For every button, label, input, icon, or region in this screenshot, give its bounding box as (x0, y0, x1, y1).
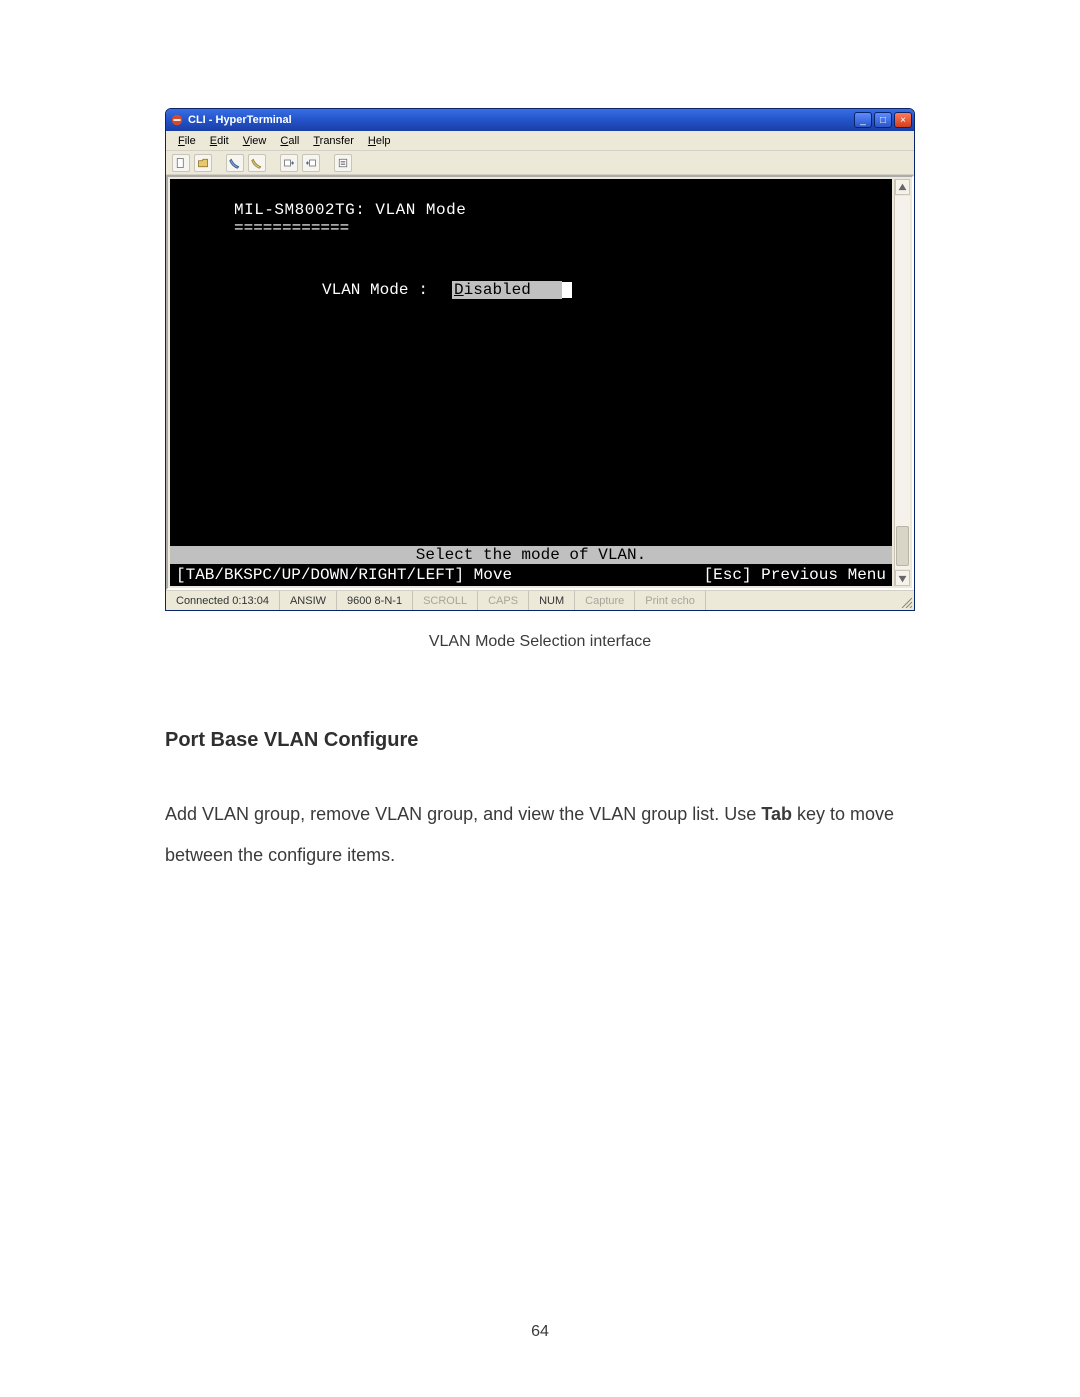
menu-call[interactable]: Call (274, 133, 305, 149)
window-titlebar[interactable]: CLI - HyperTerminal _ □ × (166, 109, 914, 131)
nav-hint-left: [TAB/BKSPC/UP/DOWN/RIGHT/LEFT] Move (176, 566, 512, 584)
status-connected: Connected 0:13:04 (166, 591, 280, 610)
title-underline: ============ (194, 219, 868, 237)
vertical-scrollbar[interactable] (894, 179, 910, 586)
section-heading: Port Base VLAN Configure (165, 729, 915, 752)
toolbar-separator (216, 154, 222, 172)
page-number: 64 (0, 1323, 1080, 1341)
status-caps: CAPS (478, 591, 529, 610)
resize-grip-icon[interactable] (898, 591, 914, 610)
tool-open-icon[interactable] (194, 154, 212, 172)
window-controls: _ □ × (854, 112, 912, 128)
document-page: CLI - HyperTerminal _ □ × File Edit View… (0, 0, 1080, 1397)
figure-caption: VLAN Mode Selection interface (165, 633, 915, 651)
terminal-cursor (562, 282, 572, 298)
prompt-banner: Select the mode of VLAN. (170, 546, 892, 564)
tool-new-icon[interactable] (172, 154, 190, 172)
scroll-up-icon[interactable] (895, 179, 910, 195)
field-colon: : (418, 281, 428, 299)
vlan-mode-label: VLAN Mode (322, 281, 408, 299)
toolbar-separator (324, 154, 330, 172)
terminal-content[interactable]: MIL-SM8002TG: VLAN Mode ============ VLA… (170, 179, 892, 586)
tool-send-icon[interactable] (280, 154, 298, 172)
tool-receive-icon[interactable] (302, 154, 320, 172)
minimize-button[interactable]: _ (854, 112, 872, 128)
toolbar-separator (270, 154, 276, 172)
menu-file[interactable]: File (172, 133, 202, 149)
status-scroll: SCROLL (413, 591, 478, 610)
body-pre: Add VLAN group, remove VLAN group, and v… (165, 804, 761, 824)
body-bold: Tab (761, 804, 792, 824)
menu-edit[interactable]: Edit (204, 133, 235, 149)
menu-transfer[interactable]: Transfer (307, 133, 360, 149)
status-encoding: ANSIW (280, 591, 337, 610)
menubar: File Edit View Call Transfer Help (166, 131, 914, 151)
status-capture: Capture (575, 591, 635, 610)
app-icon (170, 113, 184, 127)
scroll-thumb[interactable] (896, 526, 909, 566)
hyperterminal-window: CLI - HyperTerminal _ □ × File Edit View… (165, 108, 915, 611)
tool-disconnect-icon[interactable] (248, 154, 266, 172)
tool-call-icon[interactable] (226, 154, 244, 172)
hint-row: [TAB/BKSPC/UP/DOWN/RIGHT/LEFT] Move [Esc… (170, 566, 892, 584)
scroll-track[interactable] (895, 196, 910, 569)
window-title: CLI - HyperTerminal (188, 114, 292, 126)
section-paragraph: Add VLAN group, remove VLAN group, and v… (165, 794, 915, 877)
close-button[interactable]: × (894, 112, 912, 128)
maximize-button[interactable]: □ (874, 112, 892, 128)
status-bar: Connected 0:13:04 ANSIW 9600 8-N-1 SCROL… (166, 590, 914, 610)
menu-help[interactable]: Help (362, 133, 397, 149)
scroll-down-icon[interactable] (895, 570, 910, 586)
tool-properties-icon[interactable] (334, 154, 352, 172)
client-area: MIL-SM8002TG: VLAN Mode ============ VLA… (166, 175, 914, 590)
body-section: Port Base VLAN Configure Add VLAN group,… (165, 729, 915, 877)
vlan-mode-row: VLAN Mode : Disabled (194, 281, 868, 299)
status-port: 9600 8-N-1 (337, 591, 413, 610)
device-title: MIL-SM8002TG: VLAN Mode (194, 201, 868, 219)
status-num: NUM (529, 591, 575, 610)
titlebar-left: CLI - HyperTerminal (170, 113, 292, 127)
vlan-mode-value[interactable]: Disabled (452, 281, 562, 299)
terminal-pane: MIL-SM8002TG: VLAN Mode ============ VLA… (166, 175, 914, 590)
nav-hint-right: [Esc] Previous Menu (704, 566, 886, 584)
screenshot-figure: CLI - HyperTerminal _ □ × File Edit View… (165, 108, 915, 651)
toolbar (166, 151, 914, 175)
status-print-echo: Print echo (635, 591, 706, 610)
menu-view[interactable]: View (237, 133, 273, 149)
